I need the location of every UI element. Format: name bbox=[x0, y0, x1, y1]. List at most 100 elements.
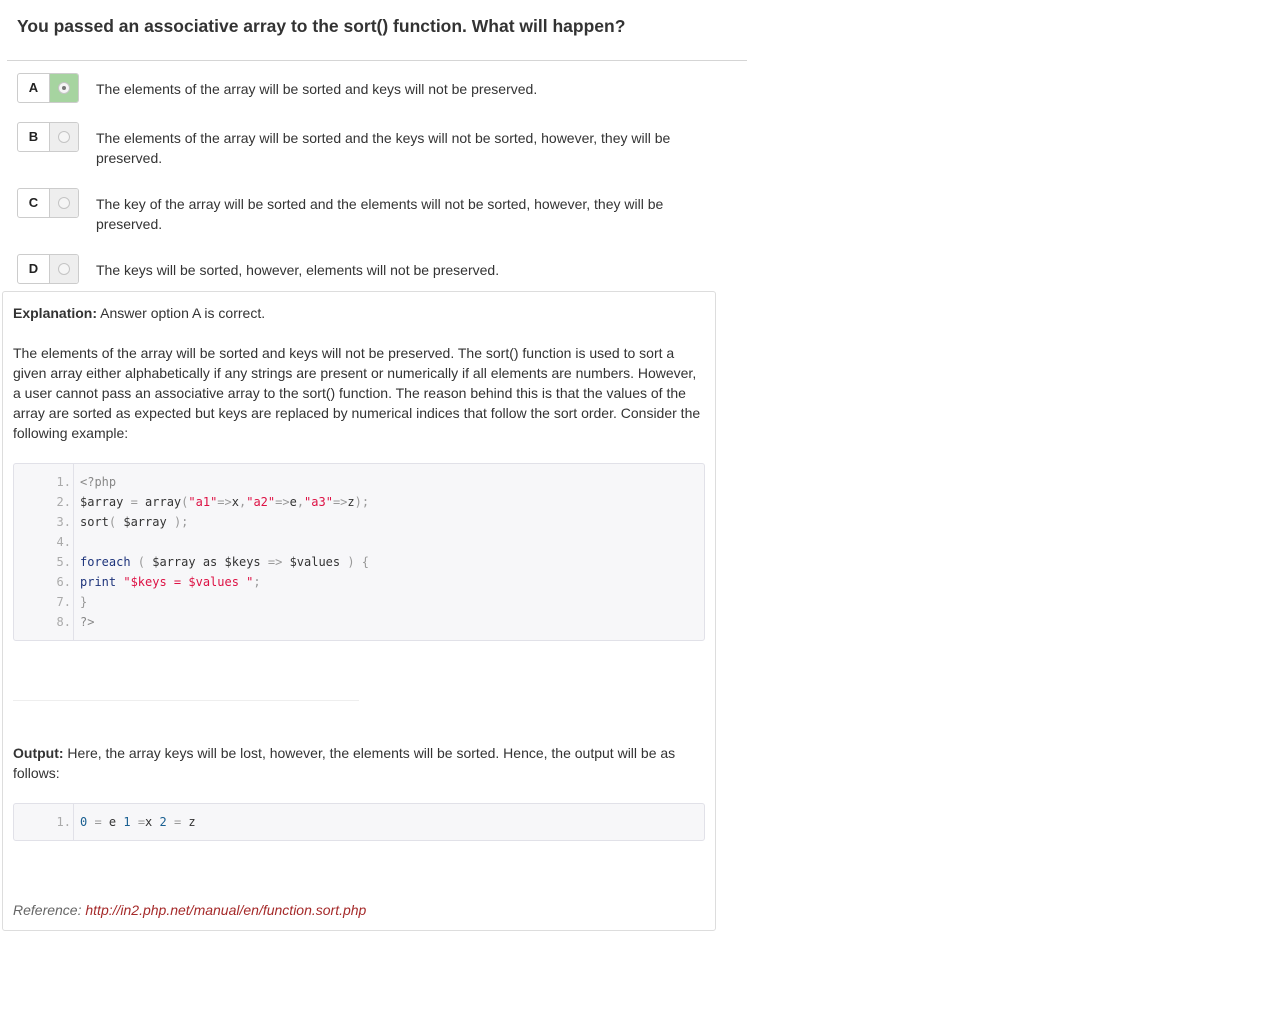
option-a-text: The elements of the array will be sorted… bbox=[96, 81, 538, 97]
line-number: 7. bbox=[56, 595, 71, 609]
explanation-body-line: following example: bbox=[13, 425, 129, 441]
code-token: ?> bbox=[80, 615, 95, 629]
explanation-panel: Explanation: Answer option A is correct.… bbox=[2, 291, 716, 931]
code-token: = bbox=[173, 815, 189, 829]
code-token: e bbox=[289, 495, 297, 509]
code-token: z bbox=[188, 815, 196, 829]
code-token: = bbox=[137, 815, 146, 829]
option-c-radio-cell[interactable] bbox=[50, 189, 78, 217]
code-token: "a3" bbox=[304, 495, 333, 509]
line-number: 5. bbox=[56, 555, 71, 569]
code-token: x bbox=[231, 495, 239, 509]
title-divider bbox=[7, 60, 747, 61]
code-token: ( bbox=[108, 515, 124, 529]
explanation-summary: Explanation: Answer option A is correct. bbox=[13, 303, 705, 323]
code-text: sort( $array ); bbox=[80, 512, 188, 532]
section-divider bbox=[13, 700, 359, 701]
code-token: ); bbox=[173, 515, 189, 529]
answer-option-d[interactable]: D The keys will be sorted, however, elem… bbox=[17, 254, 717, 284]
code-token: sort bbox=[80, 515, 109, 529]
output-line: follows: bbox=[13, 765, 60, 781]
code-token: $keys bbox=[224, 555, 268, 569]
code-token: , bbox=[296, 495, 305, 509]
option-a-radio-cell[interactable] bbox=[50, 74, 78, 102]
line-number: 6. bbox=[56, 575, 71, 589]
code-token: $array bbox=[123, 515, 174, 529]
code-token: => bbox=[217, 495, 232, 509]
code-text: <?php bbox=[80, 472, 116, 492]
option-c-selector[interactable]: C bbox=[17, 188, 79, 218]
code-token: => bbox=[332, 495, 348, 509]
question-title: You passed an associative array to the s… bbox=[17, 16, 626, 36]
code-token: x bbox=[145, 815, 160, 829]
code-token: "a2" bbox=[246, 495, 276, 509]
code-token: e bbox=[108, 815, 124, 829]
option-b-radio[interactable] bbox=[58, 131, 70, 143]
line-number: 2. bbox=[56, 495, 71, 509]
option-d-radio[interactable] bbox=[58, 263, 70, 275]
output-line: Output: Here, the array keys will be los… bbox=[13, 743, 705, 763]
option-d-selector[interactable]: D bbox=[17, 254, 79, 284]
code-token: ; bbox=[253, 575, 261, 589]
code-token: "$keys = $values " bbox=[123, 575, 254, 589]
option-b-selector[interactable]: B bbox=[17, 122, 79, 152]
option-d-text: The keys will be sorted, however, elemen… bbox=[96, 262, 500, 278]
code-token: = bbox=[94, 815, 109, 829]
explanation-summary-text: Answer option A is correct. bbox=[100, 305, 266, 321]
explanation-body-line: given array either alphabetically if any… bbox=[13, 365, 697, 381]
code-token: ( bbox=[137, 555, 153, 569]
code-token: foreach bbox=[80, 555, 138, 569]
code-token: = bbox=[130, 495, 146, 509]
code-token: as bbox=[202, 555, 225, 569]
explanation-body-line: The elements of the array will be sorted… bbox=[13, 345, 675, 361]
reference-label: Reference: bbox=[13, 902, 82, 918]
code-text: ?> bbox=[80, 612, 94, 632]
code-token: $array bbox=[152, 555, 203, 569]
line-number: 4. bbox=[56, 535, 71, 549]
line-number: 3. bbox=[56, 515, 71, 529]
option-c-radio[interactable] bbox=[58, 197, 70, 209]
code-token: $array bbox=[80, 495, 131, 509]
code-text: print "$keys = $values "; bbox=[80, 572, 261, 592]
code-token: z bbox=[347, 495, 355, 509]
answer-option-a[interactable]: A The elements of the array will be sort… bbox=[17, 73, 717, 103]
output-code-block: 1. 0 = e 1 =x 2 = z bbox=[13, 803, 705, 841]
code-token: $values bbox=[289, 555, 348, 569]
option-d-letter: D bbox=[18, 255, 50, 283]
example-code-block: 1. <?php 2. $array = array("a1"=>x,"a2"=>e,… bbox=[13, 463, 705, 641]
option-c-text: The key of the array will be sorted and … bbox=[96, 196, 664, 232]
code-token: <?php bbox=[80, 475, 117, 489]
option-c-letter: C bbox=[18, 189, 50, 217]
explanation-body-line: a user cannot pass an associative array … bbox=[13, 385, 686, 401]
option-a-letter: A bbox=[18, 74, 50, 102]
code-token: print bbox=[80, 575, 124, 589]
answer-option-b[interactable]: B The elements of the array will be sort… bbox=[17, 122, 717, 168]
quiz-page: You passed an associative array to the s… bbox=[0, 0, 1280, 1024]
line-number: 1. bbox=[56, 815, 71, 829]
code-token: array bbox=[145, 495, 182, 509]
code-token: 0 bbox=[80, 815, 95, 829]
code-token: ); bbox=[354, 495, 370, 509]
code-token: => bbox=[275, 495, 290, 509]
code-token: } bbox=[80, 595, 88, 609]
code-token: ) { bbox=[347, 555, 370, 569]
reference: Reference: http://in2.php.net/manual/en/… bbox=[13, 900, 366, 920]
explanation-body-line: array are sorted as expected but keys ar… bbox=[13, 405, 701, 421]
option-b-radio-cell[interactable] bbox=[50, 123, 78, 151]
option-a-radio[interactable] bbox=[58, 82, 70, 94]
code-text: $array = array("a1"=>x,"a2"=>e,"a3"=>z); bbox=[80, 492, 369, 512]
answer-option-c[interactable]: C The key of the array will be sorted an… bbox=[17, 188, 717, 234]
option-d-radio-cell[interactable] bbox=[50, 255, 78, 283]
reference-link[interactable]: http://in2.php.net/manual/en/function.so… bbox=[85, 902, 366, 918]
code-token: 1 bbox=[123, 815, 138, 829]
code-token: "a1" bbox=[188, 495, 218, 509]
line-number: 8. bbox=[56, 615, 71, 629]
code-text: foreach ( $array as $keys => $values ) { bbox=[80, 552, 369, 572]
option-b-text: The elements of the array will be sorted… bbox=[96, 130, 671, 166]
code-text: 0 = e 1 =x 2 = z bbox=[80, 812, 196, 832]
explanation-label: Explanation: bbox=[13, 305, 98, 321]
output-label: Output: bbox=[13, 745, 64, 761]
option-a-selector[interactable]: A bbox=[17, 73, 79, 103]
code-token: => bbox=[267, 555, 290, 569]
code-text: } bbox=[80, 592, 87, 612]
